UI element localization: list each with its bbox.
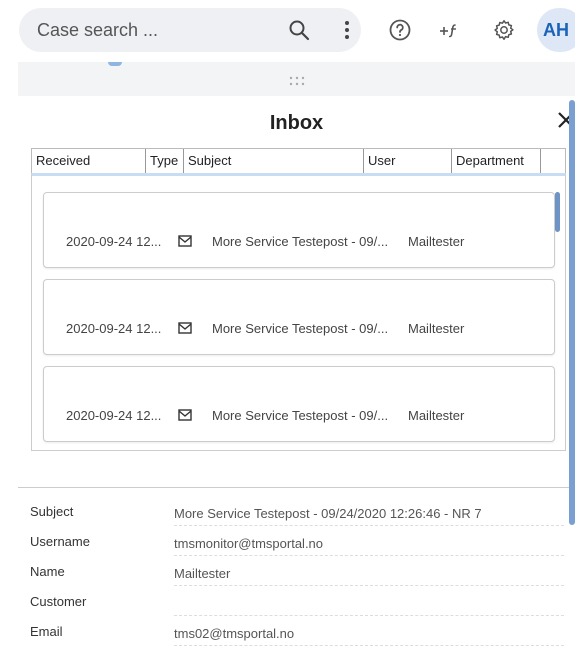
tab-indicator — [108, 62, 122, 66]
drag-handle-icon[interactable] — [288, 76, 306, 86]
mail-icon — [178, 322, 192, 334]
mail-icon — [178, 235, 192, 247]
case-search-input[interactable]: Case search ... — [19, 8, 361, 52]
more-vert-icon[interactable] — [335, 18, 359, 42]
list-item[interactable]: 2020-09-24 12... More Service Testepost … — [43, 279, 555, 355]
detail-row-email: Email tms02@tmsportal.no — [18, 618, 575, 648]
add-function-icon[interactable] — [438, 18, 462, 42]
page-title: Inbox — [269, 112, 324, 134]
column-header-type[interactable]: Type — [146, 149, 184, 173]
table-header: Received Type Subject User Department — [31, 148, 566, 174]
gear-icon[interactable] — [492, 18, 516, 42]
detail-row-subject: Subject More Service Testepost - 09/24/2… — [18, 498, 575, 528]
column-header-department[interactable]: Department — [452, 149, 541, 173]
detail-value: tms02@tmsportal.no — [174, 626, 564, 646]
detail-value — [174, 596, 564, 616]
inbox-panel: Inbox Received Type Subject User Departm… — [18, 100, 575, 647]
subject-cell: More Service Testepost - 09/... — [212, 321, 389, 336]
detail-value: Mailtester — [174, 566, 564, 586]
subject-cell: More Service Testepost - 09/... — [212, 408, 389, 423]
list-scrollbar[interactable] — [555, 192, 560, 232]
user-cell: Mailtester — [408, 321, 465, 336]
detail-label: Name — [30, 564, 65, 579]
detail-row-name: Name Mailtester — [18, 558, 575, 588]
column-header-user[interactable]: User — [364, 149, 452, 173]
mail-icon — [178, 409, 192, 421]
detail-label: Email — [30, 624, 63, 639]
help-icon[interactable] — [388, 18, 412, 42]
divider — [18, 487, 575, 488]
received-cell: 2020-09-24 12... — [66, 408, 162, 423]
user-cell: Mailtester — [408, 408, 465, 423]
list-item[interactable]: 2020-09-24 12... More Service Testepost … — [43, 192, 555, 268]
top-bar: Case search ... AH — [0, 0, 575, 60]
detail-value: tmsmonitor@tmsportal.no — [174, 536, 564, 556]
column-header-subject[interactable]: Subject — [184, 149, 364, 173]
list-item[interactable]: 2020-09-24 12... More Service Testepost … — [43, 366, 555, 442]
detail-row-customer: Customer — [18, 588, 575, 618]
panel-drag-strip[interactable] — [18, 62, 575, 96]
detail-row-username: Username tmsmonitor@tmsportal.no — [18, 528, 575, 558]
column-header-received[interactable]: Received — [32, 149, 146, 173]
page-scrollbar[interactable] — [569, 100, 575, 525]
search-placeholder: Case search ... — [37, 20, 159, 40]
detail-value: More Service Testepost - 09/24/2020 12:2… — [174, 506, 564, 526]
message-list[interactable]: 2020-09-24 12... More Service Testepost … — [31, 173, 566, 451]
detail-label: Subject — [30, 504, 74, 519]
received-cell: 2020-09-24 12... — [66, 321, 162, 336]
detail-label: Username — [30, 534, 90, 549]
search-icon[interactable] — [287, 18, 311, 42]
avatar[interactable]: AH — [537, 8, 575, 52]
user-cell: Mailtester — [408, 234, 465, 249]
detail-label: Customer — [30, 594, 87, 609]
subject-cell: More Service Testepost - 09/... — [212, 234, 389, 249]
received-cell: 2020-09-24 12... — [66, 234, 162, 249]
